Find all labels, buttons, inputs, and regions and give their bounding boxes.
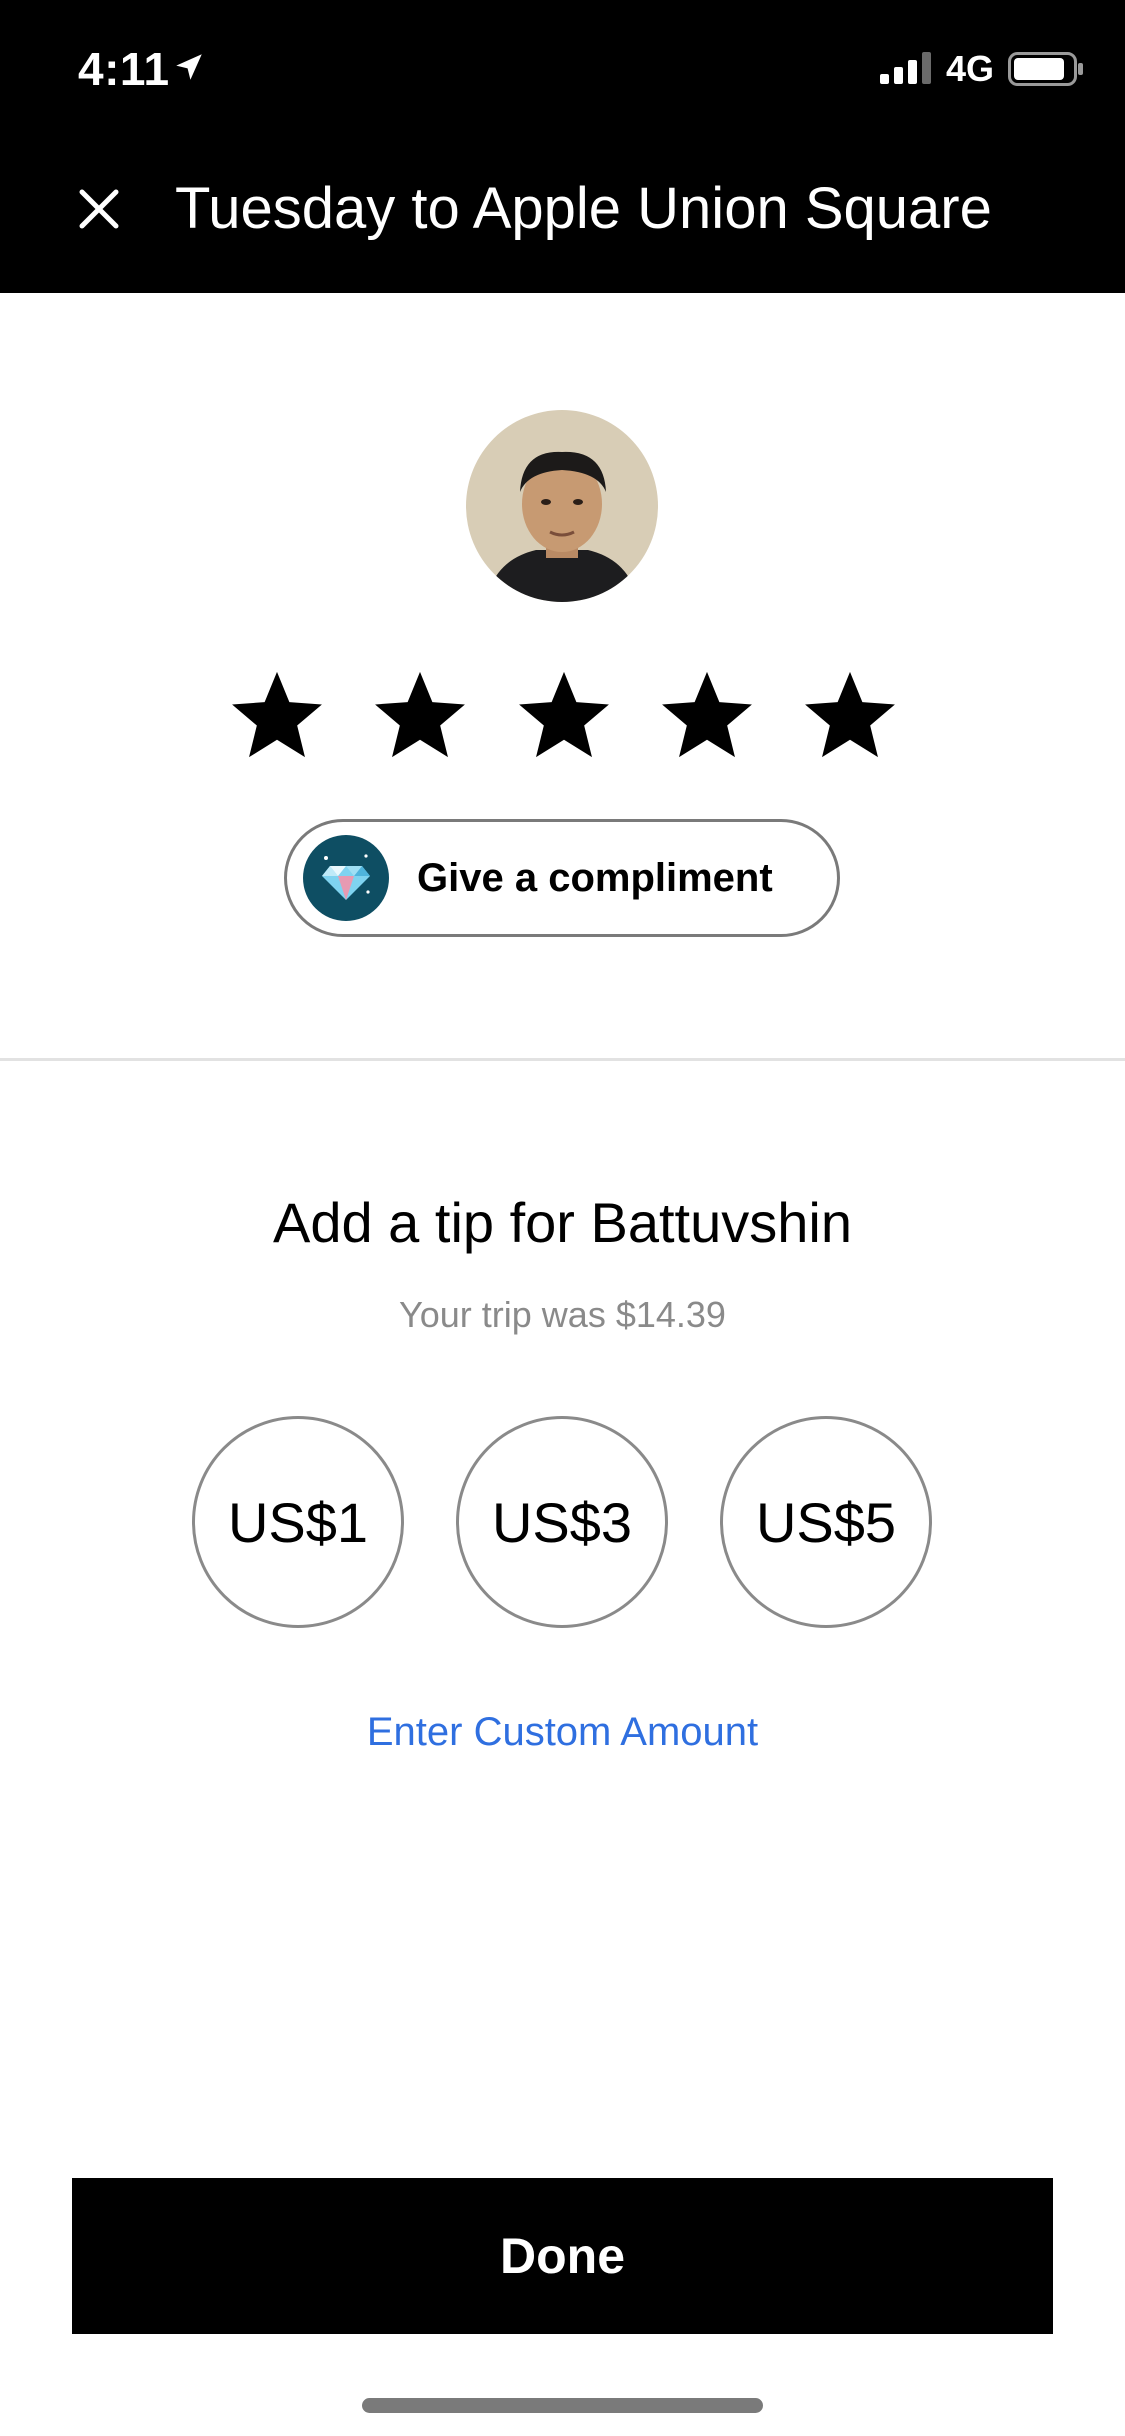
star-4-icon[interactable] <box>652 660 762 770</box>
section-divider <box>0 1058 1125 1061</box>
close-icon <box>79 189 119 229</box>
star-5-icon[interactable] <box>795 660 905 770</box>
status-bar: 4:11 4G <box>0 0 1125 140</box>
tip-option-5[interactable]: US$5 <box>720 1416 932 1628</box>
done-button[interactable]: Done <box>72 2178 1053 2334</box>
driver-avatar <box>466 410 658 602</box>
rating-stars <box>222 660 902 770</box>
page-title: Tuesday to Apple Union Square <box>175 176 992 241</box>
tip-heading: Add a tip for Battuvshin <box>272 1191 852 1254</box>
star-1-icon[interactable] <box>222 660 332 770</box>
location-arrow-icon <box>176 54 202 80</box>
header-bar: 4:11 4G Tuesday to Apple Union Square <box>0 0 1125 293</box>
tip-option-3[interactable]: US$3 <box>456 1416 668 1628</box>
diamond-icon <box>303 835 389 921</box>
home-indicator[interactable] <box>362 2398 763 2413</box>
star-3-icon[interactable] <box>509 660 619 770</box>
cellular-signal-icon <box>880 52 931 84</box>
network-type: 4G <box>946 48 995 89</box>
avatar-image <box>466 410 658 602</box>
trip-fare: Your trip was $14.39 <box>399 1294 726 1335</box>
compliment-label: Give a compliment <box>417 855 773 900</box>
status-time: 4:11 <box>78 43 170 95</box>
give-compliment-button[interactable]: Give a compliment <box>284 819 840 937</box>
star-2-icon[interactable] <box>365 660 475 770</box>
tip-option-1[interactable]: US$1 <box>192 1416 404 1628</box>
enter-custom-amount-link[interactable]: Enter Custom Amount <box>0 1706 1125 1758</box>
battery-icon <box>1008 52 1083 86</box>
close-button[interactable] <box>62 172 136 246</box>
